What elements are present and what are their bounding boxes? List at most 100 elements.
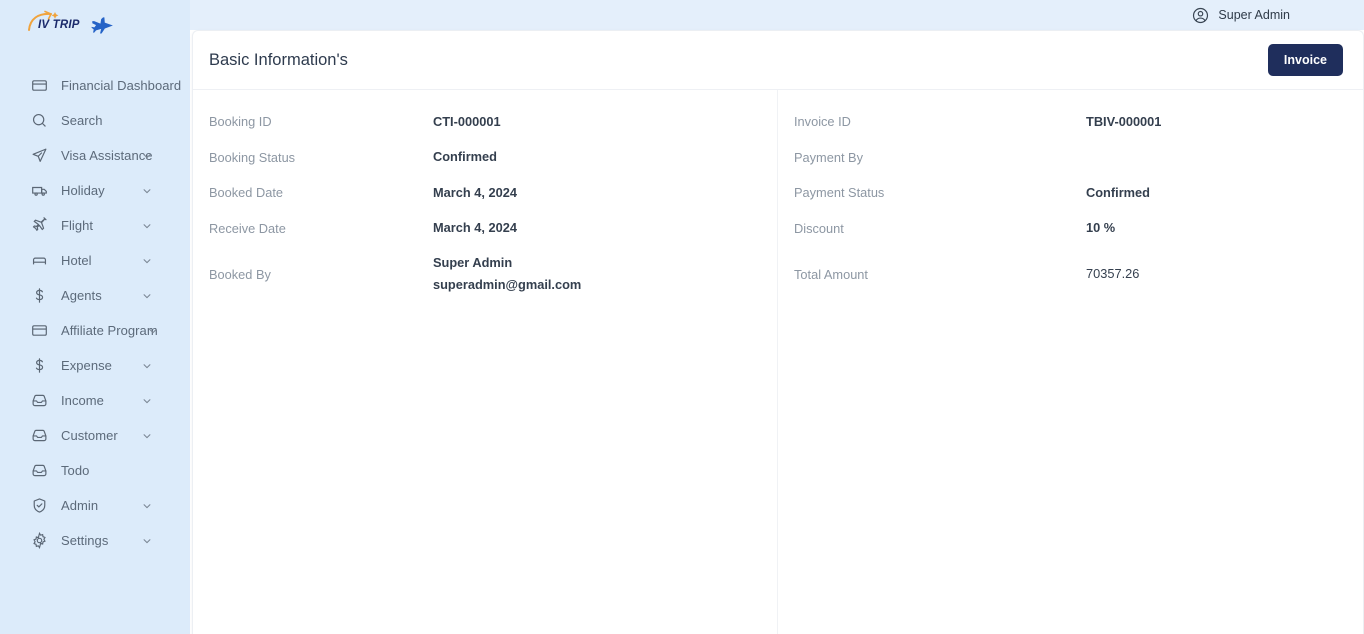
sidebar-item-label: Flight — [61, 218, 94, 233]
info-row: Booked By Super Admin superadmin@gmail.c… — [193, 246, 777, 302]
sidebar-item-label: Financial Dashboard — [61, 78, 182, 93]
chevron-down-icon — [142, 291, 152, 301]
sidebar-item-todo[interactable]: Todo — [0, 453, 190, 488]
info-row: Discount 10 % — [778, 211, 1363, 247]
send-icon — [31, 147, 48, 164]
basic-information-grid: Booking ID CTI-000001 Booking Status Con… — [193, 90, 1363, 634]
bed-icon — [31, 252, 48, 269]
info-row: Booking Status Confirmed — [193, 140, 777, 176]
inbox-icon — [31, 392, 48, 409]
info-row: Booked Date March 4, 2024 — [193, 175, 777, 211]
info-row: Booking ID CTI-000001 — [193, 104, 777, 140]
brand-logo[interactable]: IV TRIP — [0, 0, 190, 50]
bus-icon — [31, 182, 48, 199]
info-value: March 4, 2024 — [433, 220, 517, 236]
sidebar-nav: Financial Dashboard Search Visa Assistan… — [0, 50, 190, 558]
sidebar-item-settings[interactable]: Settings — [0, 523, 190, 558]
info-key: Booked Date — [209, 185, 283, 201]
sidebar-item-label: Search — [61, 113, 103, 128]
info-key: Total Amount — [794, 266, 868, 282]
sidebar-item-flight[interactable]: Flight — [0, 208, 190, 243]
info-row: Payment Status Confirmed — [778, 175, 1363, 211]
info-key: Payment By — [794, 149, 863, 165]
chevron-down-icon — [142, 361, 152, 371]
user-menu[interactable]: Super Admin — [1192, 7, 1290, 24]
info-row: Receive Date March 4, 2024 — [193, 211, 777, 247]
info-value-secondary: superadmin@gmail.com — [433, 277, 582, 292]
info-value: Confirmed — [433, 149, 497, 165]
sidebar-item-holiday[interactable]: Holiday — [0, 173, 190, 208]
airplane-icon — [91, 16, 114, 34]
dollar-icon — [31, 357, 48, 374]
plane-icon — [31, 217, 48, 234]
basic-information-card: Basic Information's Invoice Booking ID C… — [192, 30, 1364, 634]
app-root: IV TRIP Financial Dashboard Search Visa … — [0, 0, 1364, 634]
user-name-label: Super Admin — [1218, 8, 1290, 22]
chevron-down-icon — [142, 221, 152, 231]
info-value: 10 % — [1086, 220, 1116, 236]
sidebar-item-label: Holiday — [61, 183, 105, 198]
inbox-icon — [31, 462, 48, 479]
invoice-button[interactable]: Invoice — [1267, 44, 1343, 76]
info-key: Invoice ID — [794, 114, 851, 130]
info-value: Super Admin — [433, 255, 513, 270]
info-value: Confirmed — [1086, 184, 1150, 200]
sidebar-item-label: Expense — [61, 358, 112, 373]
info-value: CTI-000001 — [433, 113, 501, 129]
user-circle-icon — [1192, 7, 1209, 24]
info-row: Invoice ID TBIV-000001 — [778, 104, 1363, 140]
chevron-down-icon — [142, 256, 152, 266]
info-key: Booking ID — [209, 114, 272, 130]
sidebar-item-visa-assistance[interactable]: Visa Assistance — [0, 138, 190, 173]
page-content: Basic Information's Invoice Booking ID C… — [190, 30, 1364, 634]
sidebar-item-agents[interactable]: Agents — [0, 278, 190, 313]
info-key: Booking Status — [209, 149, 296, 165]
page-title: Basic Information's — [209, 50, 348, 69]
gear-icon — [31, 532, 48, 549]
sidebar-item-label: Todo — [61, 463, 90, 478]
chevron-down-icon — [142, 186, 152, 196]
chevron-down-icon — [142, 151, 152, 161]
sidebar-item-financial-dashboard[interactable]: Financial Dashboard — [0, 68, 190, 103]
credit-card-icon — [31, 77, 48, 94]
sidebar-item-hotel[interactable]: Hotel — [0, 243, 190, 278]
info-key: Booked By — [209, 266, 271, 282]
chevron-down-icon — [142, 431, 152, 441]
basic-info-right-column: Invoice ID TBIV-000001 Payment By Paymen… — [778, 90, 1363, 634]
chevron-down-icon — [148, 326, 158, 336]
search-icon — [31, 112, 48, 129]
sidebar-item-label: Income — [61, 393, 104, 408]
inbox-icon — [31, 427, 48, 444]
info-row: Total Amount 70357.26 — [778, 246, 1363, 302]
sidebar-item-customer[interactable]: Customer — [0, 418, 190, 453]
sidebar-item-label: Affiliate Program — [61, 323, 158, 338]
sidebar-item-label: Agents — [61, 288, 102, 303]
sidebar-item-label: Visa Assistance — [61, 148, 153, 163]
chevron-down-icon — [142, 536, 152, 546]
top-bar: Super Admin — [190, 0, 1364, 30]
info-value: TBIV-000001 — [1086, 113, 1162, 129]
brand-name: IV TRIP — [38, 19, 80, 31]
info-value: 70357.26 — [1086, 266, 1140, 281]
info-key: Discount — [794, 220, 844, 236]
dollar-icon — [31, 287, 48, 304]
basic-info-left-column: Booking ID CTI-000001 Booking Status Con… — [193, 90, 778, 634]
sidebar-item-affiliate-program[interactable]: Affiliate Program — [0, 313, 190, 348]
basic-information-header: Basic Information's Invoice — [193, 31, 1363, 90]
sidebar-item-label: Settings — [61, 533, 109, 548]
sidebar-item-label: Hotel — [61, 253, 92, 268]
sidebar-item-admin[interactable]: Admin — [0, 488, 190, 523]
sidebar-item-search[interactable]: Search — [0, 103, 190, 138]
sidebar-item-income[interactable]: Income — [0, 383, 190, 418]
sidebar-item-label: Customer — [61, 428, 118, 443]
logo-mark: IV TRIP — [28, 10, 80, 31]
sidebar-item-expense[interactable]: Expense — [0, 348, 190, 383]
chevron-down-icon — [142, 396, 152, 406]
sidebar: IV TRIP Financial Dashboard Search Visa … — [0, 0, 190, 634]
info-key: Payment Status — [794, 185, 885, 201]
shield-check-icon — [31, 497, 48, 514]
info-row: Payment By — [778, 140, 1363, 176]
chevron-down-icon — [142, 501, 152, 511]
info-key: Receive Date — [209, 220, 286, 236]
info-value: March 4, 2024 — [433, 184, 517, 200]
